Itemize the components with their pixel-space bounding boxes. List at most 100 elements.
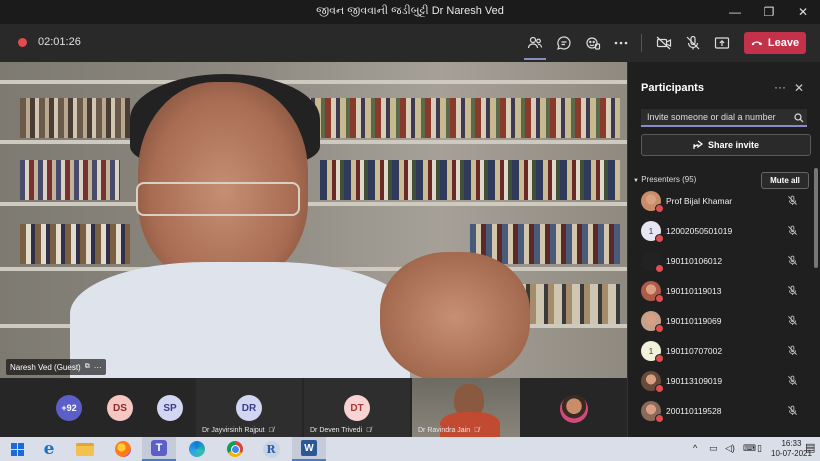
mic-off-icon[interactable] [682,32,704,54]
edge-legacy-icon[interactable]: e [32,437,66,461]
participant-row[interactable]: 1 12002050501019 [641,219,806,247]
camera-off-icon[interactable] [653,32,675,54]
more-icon[interactable]: ··· [774,80,786,94]
panel-title: Participants [641,82,704,94]
tile-name: Dr Deven Trivedi 🎙̸ [310,427,371,434]
windows-start-icon[interactable] [0,437,34,461]
more-options-icon[interactable]: ··· [94,363,102,372]
chrome-icon[interactable] [218,437,252,461]
status-badge [655,234,664,243]
mic-off-icon[interactable] [787,345,798,356]
tile-name: Dr Ravindra Jain 🎙̸ [418,427,479,434]
more-participants-count[interactable]: +92 [56,395,82,421]
participant-tile-deven[interactable]: DT Dr Deven Trivedi 🎙̸ [304,378,410,437]
status-badge [655,414,664,423]
participant-row[interactable]: 200110119528 [641,399,806,427]
share-invite-button[interactable]: Share invite [641,134,811,156]
input-language-icon[interactable]: ⌨ [743,443,756,454]
leave-label: Leave [767,37,800,49]
participant-video-tile-ravindra[interactable]: Dr Ravindra Jain 🎙̸ [412,378,520,437]
participants-panel: Participants ··· ✕ Share invite ▼ Presen… [627,62,820,437]
file-explorer-icon[interactable] [68,437,102,461]
scrollbar-thumb[interactable] [814,168,818,268]
firefox-icon[interactable] [106,437,140,461]
presenters-header[interactable]: ▼ Presenters (95) [633,175,696,184]
status-badge [655,384,664,393]
mic-off-icon[interactable] [787,405,798,416]
chat-icon[interactable] [553,32,575,54]
phone-hangup-icon [751,41,763,46]
chevron-down-icon: ▼ [633,178,639,184]
participant-tile-jayvirsinh[interactable]: DR Dr Jayvirsinh Rajput 🎙̸ [196,378,302,437]
participant-row[interactable]: 190113109019 [641,369,806,397]
tile-name-text: Dr Ravindra Jain [418,427,471,434]
mic-off-icon[interactable] [787,255,798,266]
participant-row[interactable]: 1 190110707002 [641,339,806,367]
status-badge [655,264,664,273]
close-window-button[interactable]: ✕ [786,0,820,24]
maximize-button[interactable]: ❐ [752,0,786,24]
participant-avatar-ds[interactable]: DS [107,395,133,421]
participant-name: 190113109019 [666,376,723,386]
gallery-strip: +92 DS SP DR Dr Jayvirsinh Rajput 🎙̸ DT … [0,378,627,437]
mic-off-icon: 🎙̸ [268,427,274,434]
participants-active-indicator [524,58,546,60]
share-invite-label: Share invite [707,140,760,150]
recording-indicator-icon [18,38,27,47]
window-title-bar: જીવન જીવવાની જડીબુટ્ટી Dr Naresh Ved — ❐… [0,0,820,24]
r-icon[interactable]: R [254,437,288,461]
notifications-icon[interactable]: ▤ [805,441,815,454]
mic-off-icon[interactable] [787,375,798,386]
participant-row[interactable]: Prof Bijal Khamar [641,189,806,217]
edge-icon[interactable] [180,437,214,461]
volume-icon[interactable]: ◁) [725,443,735,454]
status-badge [655,204,664,213]
battery-icon[interactable]: ▯ [757,443,762,454]
teams-icon[interactable]: T [142,437,176,461]
mic-off-icon[interactable] [787,195,798,206]
meeting-timer: 02:01:26 [38,36,81,48]
minimize-button[interactable]: — [718,0,752,24]
more-icon[interactable] [610,32,632,54]
participant-avatar-dt: DT [344,395,370,421]
leave-button[interactable]: Leave [744,32,806,54]
presenters-label: Presenters (95) [641,175,697,184]
mic-off-icon[interactable] [787,285,798,296]
participant-name: 190110106012 [666,256,723,266]
mic-off-icon[interactable] [787,225,798,236]
main-video-feed [0,62,627,378]
participant-avatar-photo[interactable] [560,395,588,423]
toolbar-separator [641,34,642,52]
tray-overflow-icon[interactable]: ^ [693,443,697,453]
share-tray-icon[interactable] [711,32,733,54]
participant-avatar-dr: DR [236,395,262,421]
participant-avatar-sp[interactable]: SP [157,395,183,421]
panel-scrollbar[interactable] [814,168,818,433]
participants-icon[interactable] [524,32,546,54]
participant-row[interactable]: 190110119013 [641,279,806,307]
meeting-toolbar: 02:01:26 Leave [0,24,820,62]
participant-name: 190110119013 [666,286,722,296]
reactions-icon[interactable] [582,32,604,54]
speaker-name: Naresh Ved (Guest) [10,362,81,372]
word-icon[interactable]: W [292,437,326,461]
mic-off-icon[interactable] [787,315,798,326]
status-badge [655,354,664,363]
participant-row[interactable]: 190110106012 [641,249,806,277]
invite-input[interactable] [641,109,807,127]
speaker-name-tag: Naresh Ved (Guest) ⧉ ··· [6,359,106,375]
participant-row[interactable]: 190110119069 [641,309,806,337]
tile-name-text: Dr Deven Trivedi [310,427,363,434]
tile-name-text: Dr Jayvirsinh Rajput [202,427,265,434]
participant-name: Prof Bijal Khamar [666,196,733,206]
status-badge [655,324,664,333]
participant-name: 200110119528 [666,406,722,416]
network-icon[interactable]: ▭ [709,443,718,454]
mic-off-icon: 🎙̸ [366,427,372,434]
search-icon[interactable] [794,113,804,123]
tile-name: Dr Jayvirsinh Rajput 🎙̸ [202,427,274,434]
mute-all-button[interactable]: Mute all [761,172,809,189]
close-icon[interactable]: ✕ [794,81,804,95]
mic-off-icon: 🎙̸ [474,427,480,434]
participant-name: 12002050501019 [666,226,733,236]
